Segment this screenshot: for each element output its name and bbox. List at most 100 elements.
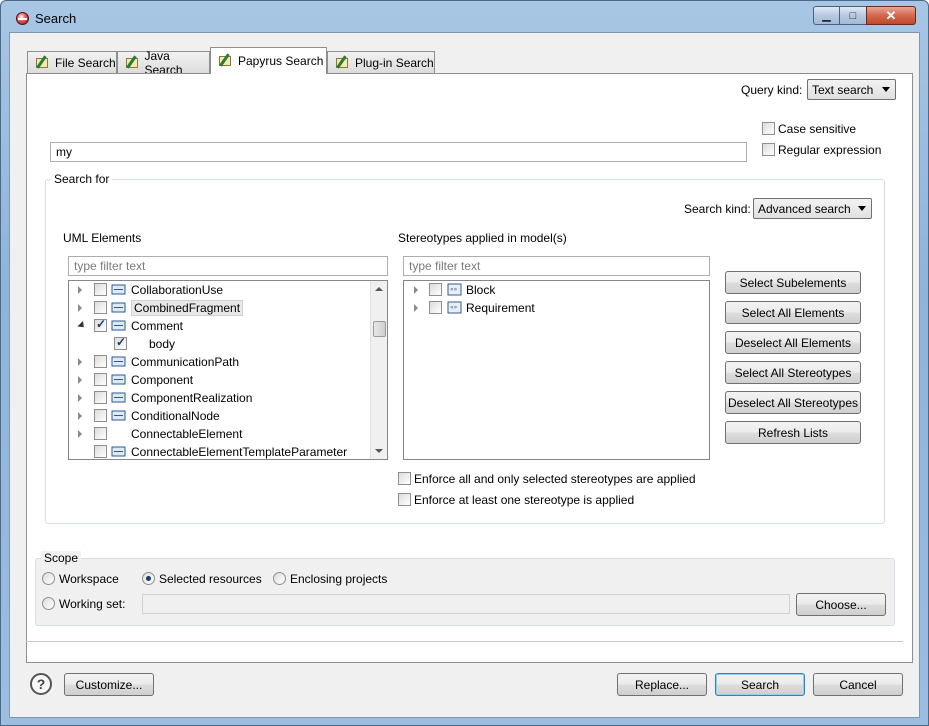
- stereotype-filter-input[interactable]: type filter text: [403, 256, 710, 276]
- working-set-radio[interactable]: [42, 597, 55, 610]
- tree-row[interactable]: ConnectableElementTemplateParameter: [69, 443, 387, 459]
- minimize-button[interactable]: ▁: [813, 6, 840, 25]
- communication-path-icon: [111, 355, 126, 368]
- papyrus-search-icon: [217, 53, 233, 69]
- close-button[interactable]: ✕: [866, 6, 916, 25]
- enforce-all-stereotypes-checkbox[interactable]: [398, 472, 411, 485]
- case-sensitive-checkbox[interactable]: [762, 122, 775, 135]
- scroll-down-icon[interactable]: [375, 449, 383, 453]
- collapsed-arrow-icon[interactable]: [78, 412, 82, 420]
- maximize-button[interactable]: □: [839, 6, 867, 25]
- refresh-lists-button[interactable]: Refresh Lists: [725, 421, 861, 444]
- query-kind-select[interactable]: Text search: [807, 79, 896, 100]
- element-checkbox[interactable]: [94, 445, 107, 458]
- tree-row-label: CommunicationPath: [131, 355, 240, 369]
- maximize-icon: □: [849, 9, 857, 22]
- collapsed-arrow-icon[interactable]: [78, 304, 82, 312]
- tree-row[interactable]: ConditionalNode: [69, 407, 387, 425]
- stereotype-checkbox[interactable]: [429, 301, 442, 314]
- chevron-down-icon: [858, 206, 866, 211]
- collapsed-arrow-icon[interactable]: [78, 358, 82, 366]
- help-icon[interactable]: ?: [30, 673, 52, 695]
- uml-filter-input[interactable]: type filter text: [68, 256, 388, 276]
- search-kind-select[interactable]: Advanced search: [753, 198, 872, 219]
- select-all-elements-button[interactable]: Select All Elements: [725, 301, 861, 324]
- button-label: Select All Elements: [741, 305, 845, 320]
- stereotypes-tree[interactable]: «» Block «» Requirement: [403, 280, 710, 460]
- select-subelements-button[interactable]: Select Subelements: [725, 271, 861, 294]
- stereotype-row[interactable]: «» Block: [404, 281, 709, 299]
- uml-tree-scrollbar[interactable]: [370, 281, 387, 459]
- file-search-icon: [34, 54, 50, 71]
- collapsed-arrow-icon[interactable]: [414, 304, 418, 312]
- tree-row[interactable]: body: [69, 335, 387, 353]
- dialog-client-area: File Search Java Search Papyrus Search P…: [9, 32, 920, 718]
- tab-file-search[interactable]: File Search: [27, 51, 117, 73]
- collapsed-arrow-icon[interactable]: [414, 286, 418, 294]
- button-label: Search: [740, 677, 780, 692]
- scroll-up-icon[interactable]: [375, 287, 383, 291]
- stereotype-row-label: Requirement: [466, 301, 535, 315]
- element-checkbox[interactable]: [94, 409, 107, 422]
- tree-row[interactable]: CommunicationPath: [69, 353, 387, 371]
- tab-label: File Search: [55, 55, 116, 70]
- tab-java-search[interactable]: Java Search: [117, 49, 210, 77]
- selected-resources-radio[interactable]: [142, 572, 155, 585]
- tree-row-label: ConditionalNode: [131, 409, 220, 423]
- button-label: Replace...: [634, 677, 690, 692]
- search-text-input[interactable]: my: [50, 142, 747, 162]
- element-checkbox[interactable]: [94, 427, 107, 440]
- plugin-search-icon: [334, 54, 350, 71]
- enclosing-projects-radio[interactable]: [273, 572, 286, 585]
- tab-plugin-search[interactable]: Plug-in Search: [327, 51, 435, 73]
- cancel-button[interactable]: Cancel: [813, 673, 903, 696]
- deselect-all-elements-button[interactable]: Deselect All Elements: [725, 331, 861, 354]
- customize-button[interactable]: Customize...: [64, 673, 154, 696]
- uml-elements-tree[interactable]: CollaborationUse CombinedFragment Comment b…: [68, 280, 388, 460]
- svg-text:«»: «»: [450, 286, 458, 293]
- tree-row[interactable]: CollaborationUse: [69, 281, 387, 299]
- deselect-all-stereotypes-button[interactable]: Deselect All Stereotypes: [725, 391, 861, 414]
- tree-row[interactable]: Comment: [69, 317, 387, 335]
- block-stereotype-icon: «»: [447, 283, 462, 296]
- tree-row[interactable]: Component: [69, 371, 387, 389]
- element-checkbox[interactable]: [94, 317, 107, 332]
- tree-row[interactable]: CombinedFragment: [69, 299, 387, 317]
- regex-checkbox[interactable]: [762, 143, 775, 156]
- collapsed-arrow-icon[interactable]: [78, 430, 82, 438]
- replace-button[interactable]: Replace...: [617, 673, 707, 696]
- tab-papyrus-search[interactable]: Papyrus Search: [210, 47, 327, 74]
- element-checkbox[interactable]: [114, 335, 127, 350]
- element-checkbox[interactable]: [94, 373, 107, 386]
- element-checkbox[interactable]: [94, 391, 107, 404]
- select-all-stereotypes-button[interactable]: Select All Stereotypes: [725, 361, 861, 384]
- collapsed-arrow-icon[interactable]: [78, 286, 82, 294]
- close-icon: ✕: [885, 7, 897, 23]
- collapsed-arrow-icon[interactable]: [78, 394, 82, 402]
- working-set-field: [142, 594, 790, 614]
- enforce-one-stereotype-checkbox[interactable]: [398, 493, 411, 506]
- stereotype-checkbox[interactable]: [429, 283, 442, 296]
- button-label: Cancel: [839, 677, 877, 692]
- scroll-thumb[interactable]: [373, 321, 386, 337]
- element-checkbox[interactable]: [94, 283, 107, 296]
- search-kind-value: Advanced search: [758, 201, 851, 216]
- enclosing-projects-label: Enclosing projects: [290, 572, 388, 586]
- button-label: Select Subelements: [739, 275, 847, 290]
- regex-label: Regular expression: [778, 143, 882, 157]
- expanded-arrow-icon[interactable]: [77, 320, 87, 331]
- element-checkbox[interactable]: [94, 301, 107, 314]
- tree-row[interactable]: ConnectableElement: [69, 425, 387, 443]
- tree-row[interactable]: ComponentRealization: [69, 389, 387, 407]
- requirement-stereotype-icon: «»: [447, 301, 462, 314]
- stereotype-row[interactable]: «» Requirement: [404, 299, 709, 317]
- workspace-radio[interactable]: [42, 572, 55, 585]
- choose-button[interactable]: Choose...: [796, 593, 886, 616]
- collapsed-arrow-icon[interactable]: [78, 376, 82, 384]
- title-bar[interactable]: Search ▁ □ ✕: [1, 1, 928, 33]
- tree-row-label: body: [149, 337, 176, 351]
- button-label: Choose...: [815, 597, 867, 612]
- chevron-down-icon: [882, 87, 890, 92]
- search-button[interactable]: Search: [715, 673, 805, 696]
- element-checkbox[interactable]: [94, 355, 107, 368]
